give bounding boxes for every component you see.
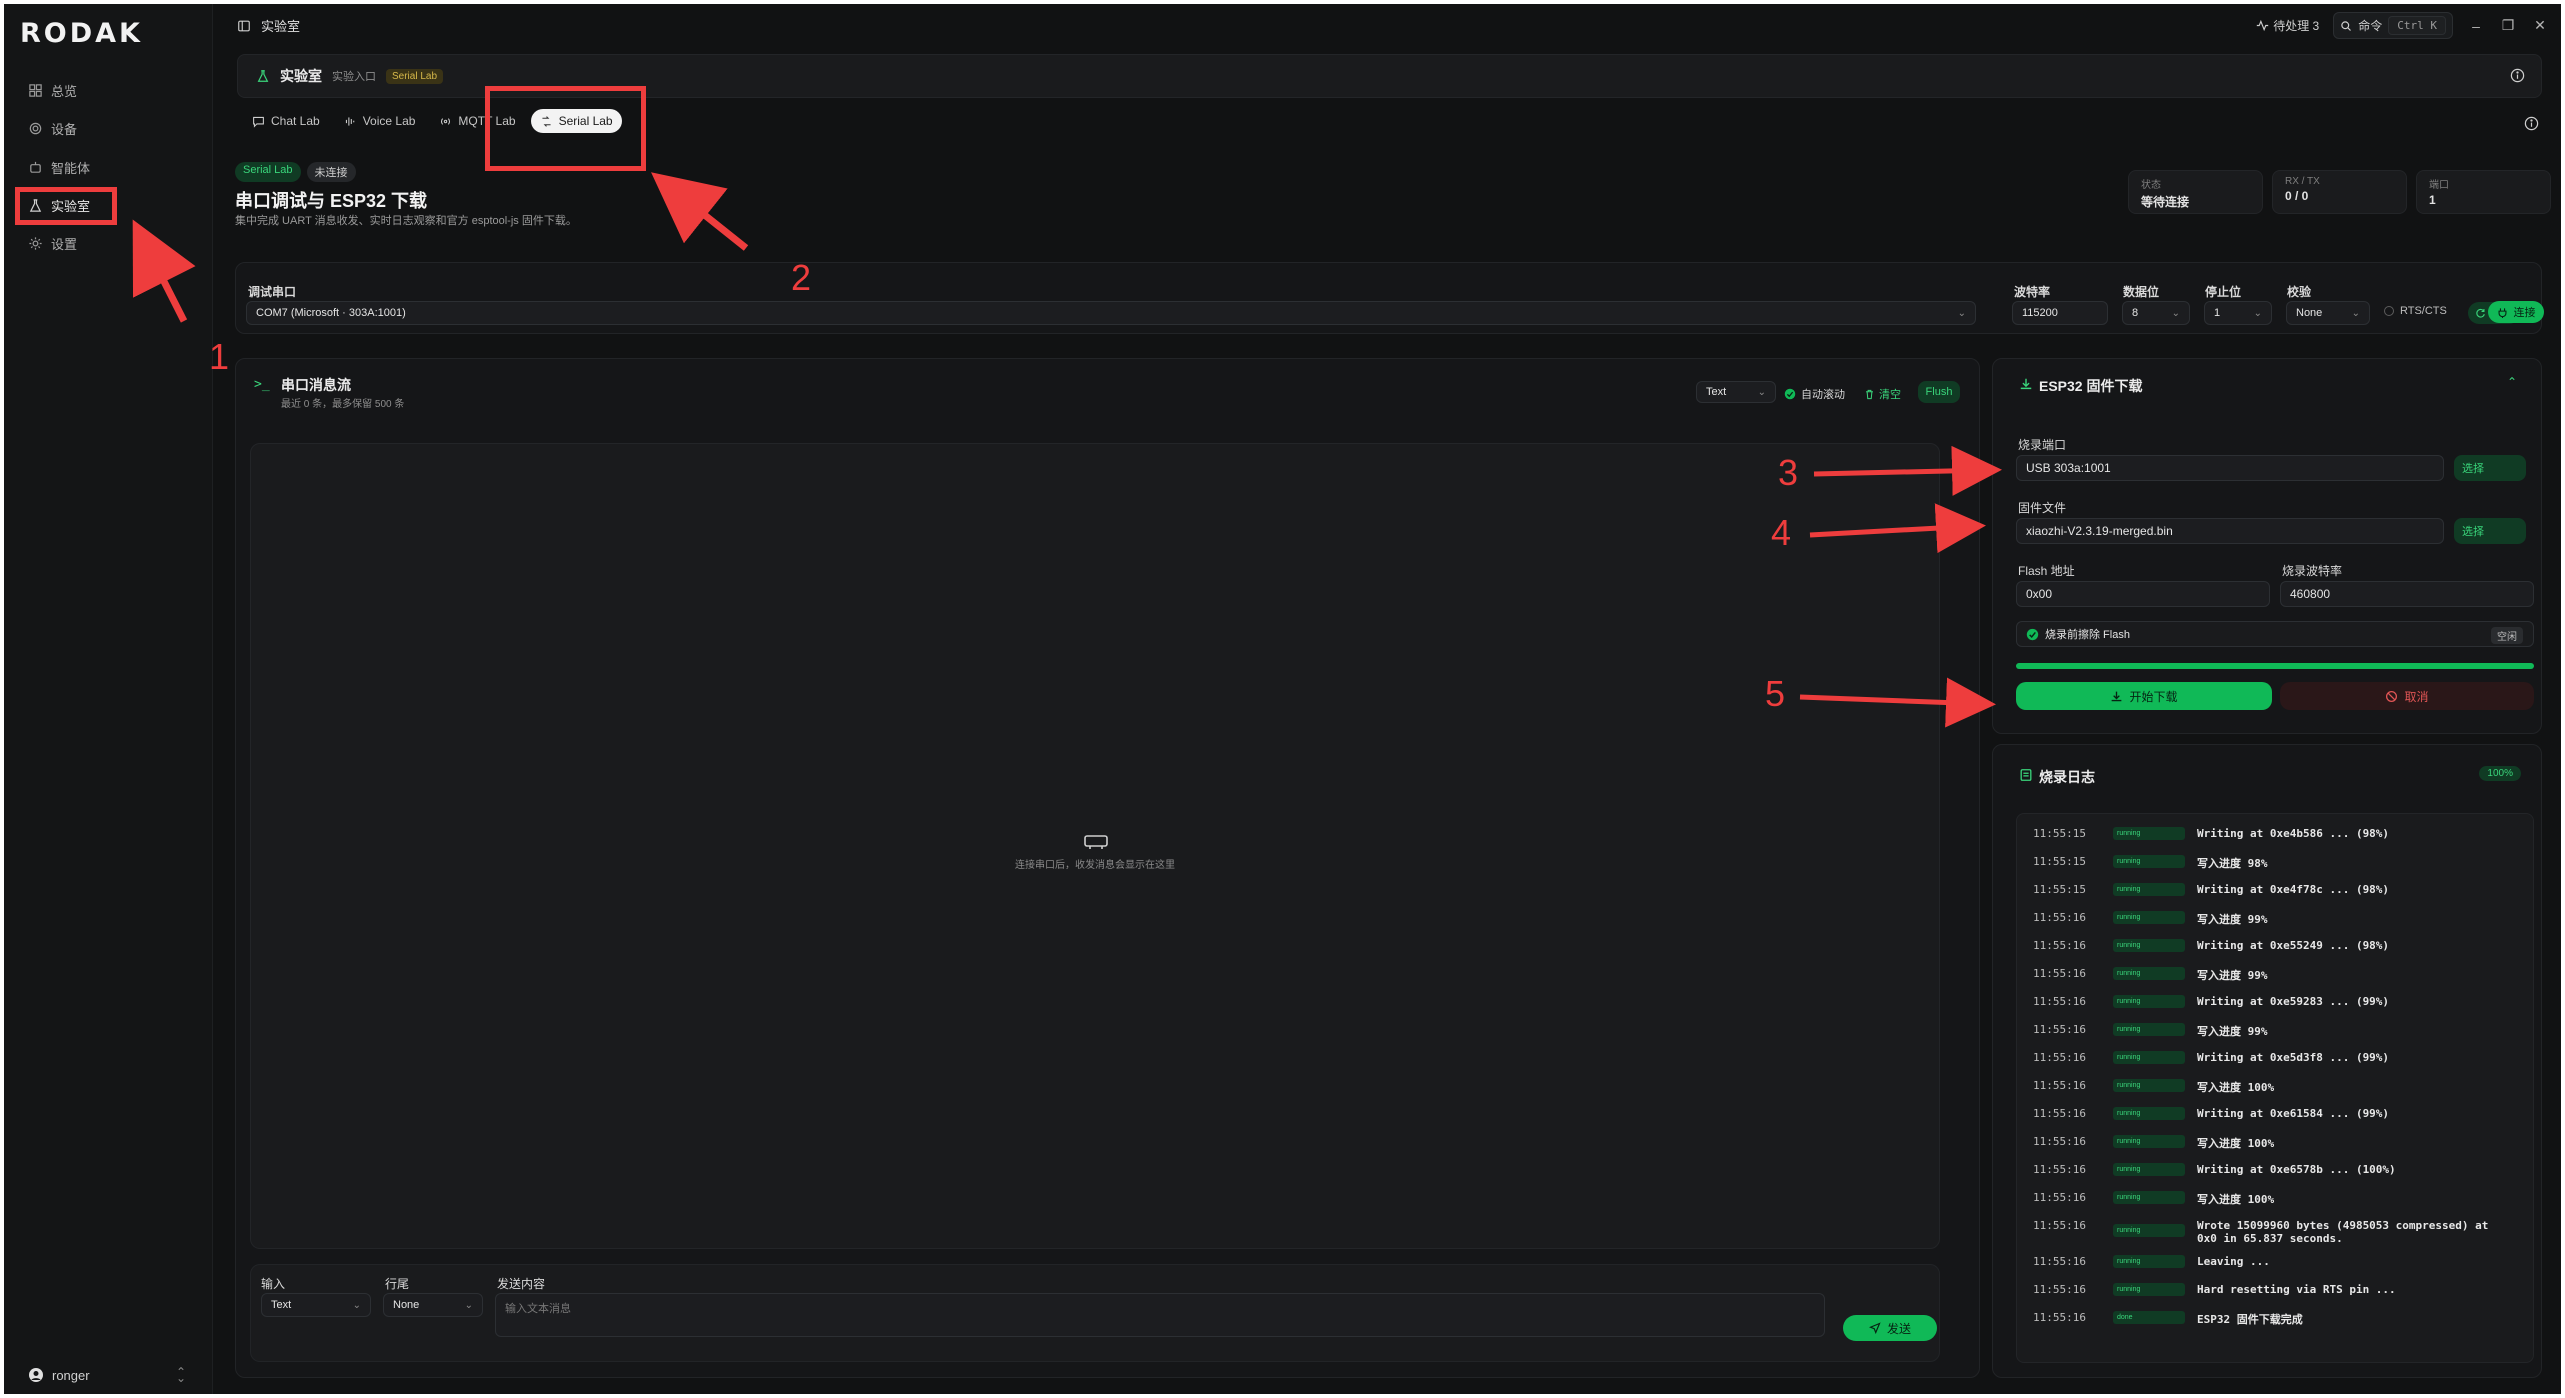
annotation-label-5: 5 [1765, 673, 1786, 714]
annotation-label-2: 2 [791, 257, 812, 298]
annotation-label-4: 4 [1771, 512, 1792, 553]
arrow-3 [1813, 445, 2002, 496]
app-window: RODAK 总览 设备 智能体 实验室 设置 ronger ⌃ ⌄ 实验室 待处… [4, 4, 2561, 1394]
annotation-label-3: 3 [1778, 452, 1799, 493]
annotation-arrows [132, 172, 2002, 728]
annotation-label-1: 1 [209, 336, 230, 377]
arrow-1 [132, 219, 196, 323]
arrow-5 [1799, 677, 1996, 728]
arrow-2 [651, 172, 749, 251]
arrow-4 [1809, 503, 1986, 554]
